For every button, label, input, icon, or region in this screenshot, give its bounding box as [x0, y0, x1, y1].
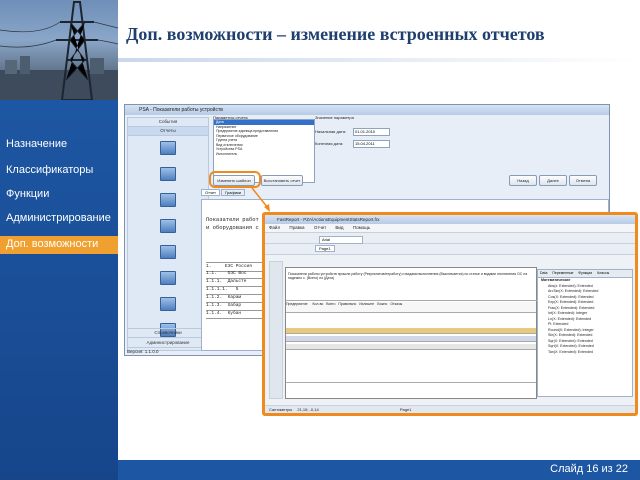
tree-item[interactable]: Tan(X: Extended): Extended [538, 350, 632, 356]
report-label [128, 312, 208, 318]
arrow-icon [251, 187, 270, 212]
menu-item-extra-features[interactable]: Доп. возможности [0, 236, 118, 254]
menu-item-extra-features-label: Доп. возможности [6, 238, 99, 250]
next-button[interactable]: Далее [539, 175, 567, 186]
values-header: Значение параметра [315, 115, 354, 120]
report-heading-line1: Показатели работ [206, 216, 259, 223]
nav-tab-reports[interactable]: Отчеты [128, 127, 208, 136]
status-coords: 21,15; -0,14 [297, 407, 319, 412]
report-label [128, 182, 208, 188]
column-headers-band[interactable]: Предприятие Кол-во Всего Правильно Излиш… [286, 302, 536, 313]
report-icon[interactable] [160, 297, 176, 311]
designer-title: FastReport - PZA\ActionsEquipmentStatsRe… [265, 215, 635, 224]
menu-edit[interactable]: Правка [289, 225, 304, 230]
slide-title: Доп. возможности – изменение встроенных … [126, 24, 545, 44]
tools-panel[interactable] [269, 261, 283, 399]
report-header-band[interactable]: Показатели работы устройств прошли работ… [286, 270, 540, 301]
status-page: Page1 [399, 407, 412, 412]
footer-band[interactable] [286, 372, 536, 383]
start-date-label: Начальная дата: [315, 129, 347, 134]
column-header: Ложно [376, 302, 388, 306]
sidebar: Назначение Классификаторы Функции Админи… [0, 0, 118, 480]
window-title: PSA - Показатели работы устройств [125, 105, 609, 115]
tree-tab-data[interactable]: Data [540, 271, 547, 275]
tree-tab-functions[interactable]: Функции [578, 271, 592, 275]
report-icon[interactable] [160, 271, 176, 285]
designer-statusbar: Сантиметры 21,15; -0,14 Page1 [265, 405, 635, 413]
version-label: Версия: 1.1.0.0 [127, 349, 159, 354]
report-icon[interactable] [160, 141, 176, 155]
nav-tab-directories[interactable]: Справочники [128, 328, 208, 338]
tree-tab-variables[interactable]: Переменные [552, 271, 573, 275]
column-header: Излишне [359, 302, 375, 306]
title-divider [118, 58, 640, 62]
power-tower-photo [0, 0, 118, 100]
column-header: Отказы [390, 302, 403, 306]
left-navigation: События Отчеты Справочники Администриров… [127, 117, 209, 351]
designer-menubar: Файл Правка Отчет Вид Помощь [265, 224, 635, 233]
slide-counter: Слайд 16 из 22 [550, 463, 628, 475]
power-tower-icon [0, 1, 118, 100]
menu-item-administration[interactable]: Администрирование [6, 212, 116, 234]
tab-page1[interactable]: Page1 [315, 245, 335, 252]
menu-view[interactable]: Вид [335, 225, 343, 230]
menu-help[interactable]: Помощь [353, 225, 370, 230]
data-band[interactable] [286, 336, 536, 342]
report-icon[interactable] [160, 193, 176, 207]
column-header: Предприятие [286, 302, 308, 306]
column-header: Всего [326, 302, 336, 306]
data-band[interactable] [286, 328, 536, 334]
font-select[interactable]: Arial [319, 236, 363, 244]
column-header: Кол-во [312, 302, 324, 306]
report-heading-line2: и оборудования с [206, 224, 259, 231]
report-label [128, 208, 208, 214]
report-icon[interactable] [160, 245, 176, 259]
menu-item-functions[interactable]: Функции [6, 188, 116, 201]
report-label [128, 260, 208, 266]
column-header: Правильно [338, 302, 357, 306]
start-date-field[interactable]: 01.01.2010 [353, 128, 390, 136]
doc-tabs: Отчет Графики [201, 189, 245, 197]
menu-report[interactable]: Отчет [314, 225, 326, 230]
tab-report[interactable]: Отчет [201, 189, 220, 196]
param-values: Значение параметра Начальная дата: 01.01… [315, 115, 515, 181]
end-date-label: Конечная дата: [315, 141, 344, 146]
end-date-field[interactable]: 15.04.2011 [353, 140, 390, 148]
back-button[interactable]: Назад [509, 175, 537, 186]
restore-report-button[interactable]: Восстановить отчет [261, 175, 303, 186]
param-item[interactable]: Исполнитель [214, 152, 314, 157]
designer-toolbar: Arial [265, 233, 635, 244]
designer-toolbar-2: Page1 [265, 244, 635, 255]
cancel-button[interactable]: Отмена [569, 175, 597, 186]
report-designer-window: FastReport - PZA\ActionsEquipmentStatsRe… [262, 212, 638, 416]
report-list [128, 141, 208, 344]
nav-tab-events[interactable]: События [128, 118, 208, 127]
data-tree-panel: Data Переменные Функции Классы Математич… [537, 269, 633, 397]
menu-item-purpose[interactable]: Назначение [6, 138, 116, 151]
tree-tab-classes[interactable]: Классы [597, 271, 609, 275]
report-label [128, 286, 208, 292]
report-icon[interactable] [160, 167, 176, 181]
report-label [128, 156, 208, 162]
nav-tab-admin[interactable]: Администрирование [128, 339, 208, 348]
status-units: Сантиметры [269, 407, 293, 412]
menu-item-classifiers[interactable]: Классификаторы [6, 164, 116, 177]
tab-charts[interactable]: Графики [221, 189, 245, 196]
slide-footer: Слайд 16 из 22 [118, 460, 640, 480]
report-icon[interactable] [160, 219, 176, 233]
tree-tabs: Data Переменные Функции Классы [538, 270, 632, 278]
report-label [128, 234, 208, 240]
data-band[interactable] [286, 344, 536, 350]
report-page: Показатели работы устройств прошли работ… [285, 267, 540, 399]
menu-file[interactable]: Файл [269, 225, 280, 230]
table-row: 1.1.4. Кубан [206, 310, 266, 319]
